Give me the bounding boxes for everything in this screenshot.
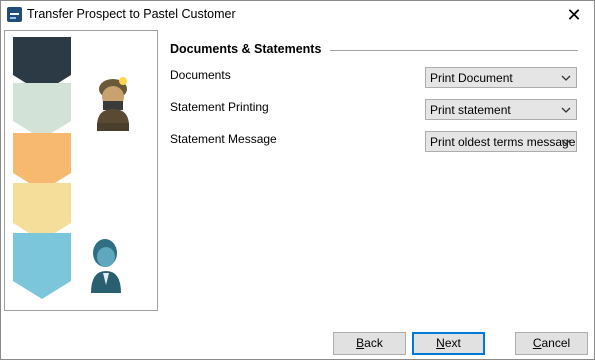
app-icon	[7, 7, 22, 22]
section-divider	[330, 50, 578, 51]
chevron-down-icon	[561, 139, 571, 145]
documents-value: Print Document	[430, 71, 513, 85]
wizard-side-graphic	[4, 30, 158, 311]
progress-arrows-graphic	[13, 37, 129, 299]
step-arrow-4	[13, 183, 71, 241]
close-icon[interactable]: ✕	[554, 1, 594, 29]
chevron-down-icon	[561, 75, 571, 81]
documents-dropdown[interactable]: Print Document	[425, 67, 577, 88]
section-title: Documents & Statements	[170, 42, 322, 56]
back-button[interactable]: Back	[333, 332, 406, 355]
next-mnemonic: N	[436, 336, 445, 350]
statement-printing-value: Print statement	[430, 103, 511, 117]
cancel-label-rest: ancel	[541, 336, 571, 350]
next-label-rest: ext	[444, 336, 461, 350]
step-arrow-2	[13, 83, 71, 139]
statement-printing-dropdown[interactable]: Print statement	[425, 99, 577, 120]
statement-message-value: Print oldest terms message	[430, 135, 576, 149]
statement-message-dropdown[interactable]: Print oldest terms message	[425, 131, 577, 152]
chevron-down-icon	[561, 107, 571, 113]
step-arrow-5	[13, 233, 71, 299]
statement-printing-label: Statement Printing	[170, 100, 269, 114]
businessman-figure-icon	[91, 239, 121, 293]
statement-message-label: Statement Message	[170, 132, 277, 146]
back-mnemonic: B	[356, 336, 365, 350]
back-label-rest: ack	[364, 336, 383, 350]
dialog-window: Transfer Prospect to Pastel Customer ✕ D…	[0, 0, 595, 360]
documents-label: Documents	[170, 68, 231, 82]
title-bar[interactable]: Transfer Prospect to Pastel Customer ✕	[1, 1, 594, 29]
next-button[interactable]: Next	[412, 332, 485, 355]
miner-figure-icon	[97, 77, 129, 131]
window-title: Transfer Prospect to Pastel Customer	[27, 7, 236, 21]
cancel-button[interactable]: Cancel	[515, 332, 588, 355]
section-header: Documents & Statements	[170, 42, 578, 58]
